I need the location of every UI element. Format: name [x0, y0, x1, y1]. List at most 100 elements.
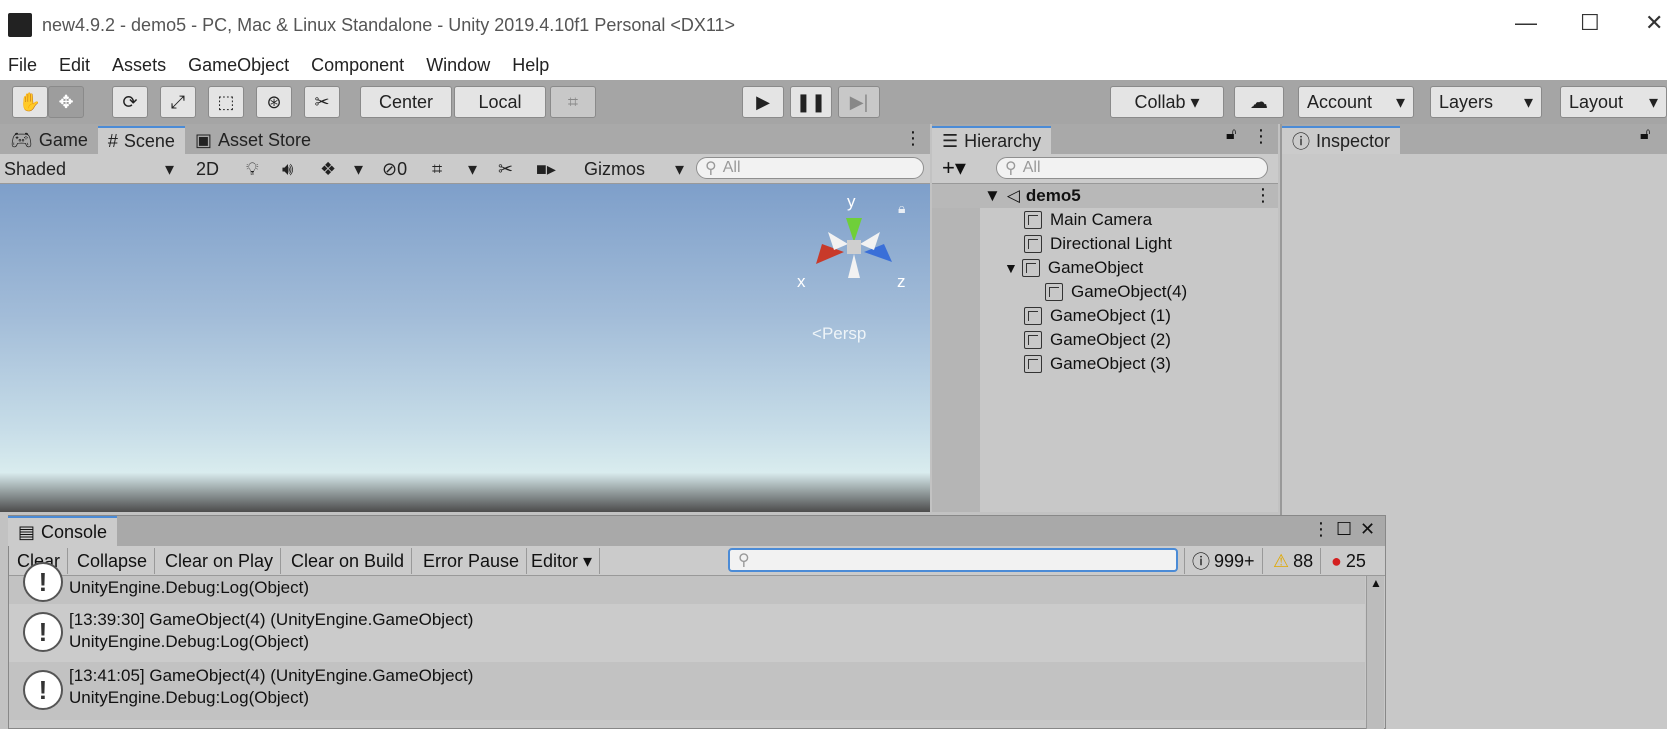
snap-icon[interactable]: ⌗ [550, 86, 596, 118]
effects-icon[interactable]: ❖ [320, 157, 336, 181]
gizmo-y-cone[interactable] [846, 218, 862, 242]
play-button-icon[interactable]: ▶ [742, 86, 784, 118]
grid-toggle-icon[interactable]: ⌗ [432, 157, 442, 181]
log-count-toggle[interactable]: ⓘ 999+ [1184, 548, 1263, 574]
tab-game[interactable]: 🎮︎ Game [0, 126, 98, 154]
lock-icon[interactable]: 🔒︎ [898, 200, 905, 217]
clear-on-build-button[interactable]: Clear on Build [284, 548, 413, 574]
maximize-icon[interactable]: ☐ [1336, 519, 1352, 540]
hierarchy-item-gameobject[interactable]: ▼ GameObject [1004, 256, 1143, 280]
move-tool-icon[interactable]: ✥ [48, 86, 84, 118]
close-icon[interactable]: ✕ [1360, 519, 1375, 540]
lighting-icon[interactable]: 💡︎ [246, 157, 259, 181]
collapse-button[interactable]: Collapse [70, 548, 156, 574]
editor-dropdown[interactable]: Editor ▾ [524, 548, 601, 574]
close-button[interactable]: ✕ [1645, 10, 1663, 36]
hierarchy-scene-row[interactable]: ▼ ◁ demo5 [984, 184, 1081, 208]
shading-dropdown[interactable]: Shaded ▾ [4, 157, 174, 181]
scroll-up-icon[interactable]: ▲ [1370, 576, 1382, 590]
tab-hierarchy[interactable]: ☰ Hierarchy [932, 126, 1052, 154]
hierarchy-item-gameobject-3[interactable]: GameObject (3) [1024, 352, 1171, 376]
collab-button[interactable]: Collab ▾ [1110, 86, 1224, 118]
gameobject-icon [1045, 283, 1063, 301]
log-entry[interactable]: ! [13:41:05] GameObject(4) (UnityEngine.… [9, 662, 1365, 720]
camera-icon[interactable]: ■▸ [536, 157, 556, 181]
layout-dropdown[interactable]: Layout ▾ [1560, 86, 1667, 118]
info-icon: ⓘ [1292, 132, 1310, 152]
gizmos-dropdown[interactable]: Gizmos ▾ [584, 157, 684, 181]
chevron-left-icon: < [812, 324, 822, 343]
layers-dropdown[interactable]: Layers ▾ [1430, 86, 1542, 118]
minimize-button[interactable]: — [1515, 10, 1537, 36]
error-count-toggle[interactable]: ● 25 [1324, 548, 1373, 574]
tab-console[interactable]: ▤ Console [8, 516, 118, 546]
hierarchy-item-directional-light[interactable]: Directional Light [1024, 232, 1172, 256]
console-menu-icon[interactable]: ⋮ [1312, 519, 1330, 540]
chevron-down-icon: ▾ [1523, 91, 1533, 112]
chevron-down-icon[interactable]: ▾ [354, 157, 363, 181]
persp-label-button[interactable]: < Persp [812, 324, 866, 344]
warning-count-toggle[interactable]: ⚠ 88 [1266, 548, 1322, 574]
tab-console-label: Console [41, 521, 108, 542]
layout-label: Layout [1569, 91, 1624, 112]
log-entry[interactable]: ! [13:39:30] GameObject(4) (UnityEngine.… [9, 604, 1365, 662]
custom-tool-icon[interactable]: ✂ [304, 86, 340, 118]
menu-component[interactable]: Component [311, 55, 404, 76]
hidden-count: 0 [397, 158, 408, 179]
collab-label: Collab ▾ [1134, 91, 1200, 112]
chevron-down-icon[interactable]: ▾ [468, 157, 477, 181]
scene-viewport[interactable] [0, 184, 930, 512]
tab-hierarchy-label: Hierarchy [964, 130, 1042, 151]
rotate-tool-icon[interactable]: ⟳ [112, 86, 148, 118]
audio-icon[interactable]: 🔊︎ [282, 157, 293, 181]
hidden-objects-toggle[interactable]: ⊘ 0 [382, 157, 407, 181]
item-label: Directional Light [1050, 234, 1172, 253]
tools-icon[interactable]: ✂ [498, 157, 513, 181]
console-scrollbar[interactable]: ▲ [1366, 576, 1384, 729]
pause-button-icon[interactable]: ❚❚ [790, 86, 832, 118]
info-log-icon: ! [23, 612, 63, 652]
maximize-button[interactable]: ☐ [1580, 10, 1600, 36]
window-title: new4.9.2 - demo5 - PC, Mac & Linux Stand… [42, 14, 736, 35]
pivot-local-button[interactable]: Local [454, 86, 546, 118]
account-dropdown[interactable]: Account ▾ [1298, 86, 1414, 118]
scene-menu-icon[interactable]: ⋮ [904, 128, 922, 149]
rect-tool-icon[interactable]: ⬚ [208, 86, 244, 118]
gizmo-center-cube[interactable] [847, 240, 861, 254]
hierarchy-item-gameobject-2[interactable]: GameObject (2) [1024, 328, 1171, 352]
menu-help[interactable]: Help [512, 55, 549, 76]
hierarchy-search-input[interactable]: ⚲ All [996, 157, 1268, 179]
scene-name: demo5 [1025, 186, 1081, 205]
tab-scene[interactable]: # Scene [97, 126, 185, 154]
tab-inspector[interactable]: ⓘ Inspector [1282, 126, 1401, 154]
pivot-center-button[interactable]: Center [360, 86, 452, 118]
hand-tool-icon[interactable]: ✋ [12, 86, 48, 118]
hierarchy-item-gameobject-1[interactable]: GameObject (1) [1024, 304, 1171, 328]
scene-search-input[interactable]: ⚲ All [696, 157, 924, 179]
step-button-icon[interactable]: ▶| [838, 86, 880, 118]
menu-window[interactable]: Window [426, 55, 490, 76]
log-entry[interactable]: ! UnityEngine.Debug:Log(Object) [9, 562, 1365, 604]
item-label: GameObject (1) [1050, 306, 1171, 325]
add-icon[interactable]: +▾ [942, 155, 966, 181]
clear-on-play-button[interactable]: Clear on Play [158, 548, 282, 574]
cloud-icon[interactable]: ☁ [1234, 86, 1284, 118]
hierarchy-menu-icon[interactable]: ⋮ [1252, 126, 1270, 147]
menu-edit[interactable]: Edit [59, 55, 90, 76]
error-pause-button[interactable]: Error Pause [416, 548, 528, 574]
scale-tool-icon[interactable]: ⤢ [160, 86, 196, 118]
menu-assets[interactable]: Assets [112, 55, 166, 76]
hierarchy-item-main-camera[interactable]: Main Camera [1024, 208, 1152, 232]
console-search-input[interactable]: ⚲ [728, 548, 1178, 572]
transform-tool-icon[interactable]: ⊛ [256, 86, 292, 118]
tab-asset-store[interactable]: ▣ Asset Store [185, 126, 321, 154]
toggle-2d-button[interactable]: 2D [196, 157, 219, 181]
list-icon: ☰ [942, 130, 959, 151]
scene-row-menu-icon[interactable]: ⋮ [1254, 185, 1272, 206]
persp-label: Persp [821, 324, 867, 343]
hierarchy-item-gameobject-4[interactable]: GameObject(4) [1045, 280, 1187, 304]
menu-file[interactable]: File [8, 55, 37, 76]
lock-icon[interactable]: 🔓︎ [1226, 126, 1236, 144]
menu-gameobject[interactable]: GameObject [188, 55, 289, 76]
lock-icon[interactable]: 🔓︎ [1640, 126, 1650, 144]
